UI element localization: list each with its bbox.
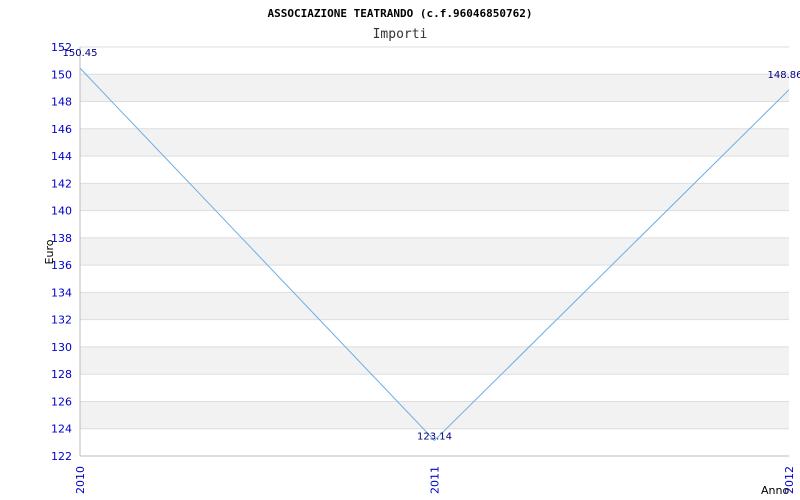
data-label: 123.14 (417, 431, 452, 442)
y-tick-label: 126 (51, 395, 72, 408)
x-tick-labels: 2010 2011 2012 (74, 466, 796, 494)
grid-band (80, 237, 789, 266)
y-tick-label: 134 (51, 286, 72, 299)
y-axis-label: Euro (43, 239, 56, 264)
grid-band (80, 292, 789, 320)
y-tick-label: 144 (51, 150, 72, 163)
y-tick-label: 128 (51, 368, 72, 381)
data-label: 148.86 (768, 70, 800, 81)
y-tick-label: 142 (51, 177, 72, 190)
x-tick-label: 2011 (429, 466, 442, 494)
grid-band (80, 183, 789, 211)
y-tick-label: 148 (51, 96, 72, 109)
grid-bands (80, 74, 789, 429)
chart-title: ASSOCIAZIONE TEATRANDO (c.f.96046850762) (268, 7, 533, 20)
y-tick-label: 130 (51, 341, 72, 354)
grid-band (80, 128, 789, 157)
y-tick-label: 140 (51, 205, 72, 218)
chart-subtitle: Importi (373, 27, 428, 42)
line-chart: ASSOCIAZIONE TEATRANDO (c.f.96046850762)… (43, 7, 800, 497)
x-axis-label: Anno (761, 484, 789, 497)
y-tick-label: 124 (51, 423, 72, 436)
x-tick-label: 2010 (74, 466, 87, 494)
y-tick-label: 132 (51, 314, 72, 327)
y-tick-label: 146 (51, 123, 72, 136)
grid-band (80, 74, 789, 102)
grid-band (80, 346, 789, 375)
y-tick-label: 122 (51, 450, 72, 463)
data-label: 150.45 (63, 48, 98, 59)
y-tick-label: 150 (51, 68, 72, 81)
grid-band (80, 401, 789, 429)
